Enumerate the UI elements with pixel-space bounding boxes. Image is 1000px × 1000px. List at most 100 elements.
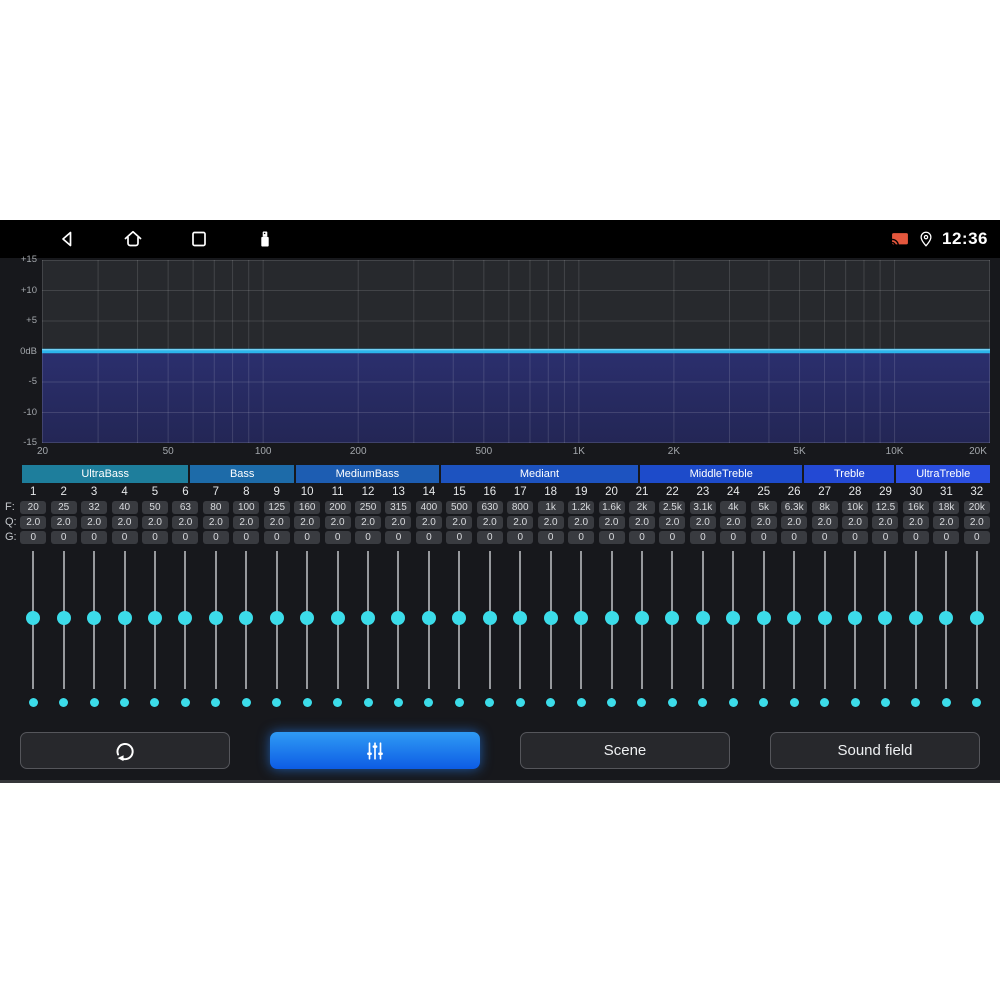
channel-dot[interactable] [211, 698, 221, 707]
channel-dot[interactable] [850, 698, 860, 707]
slider-knob[interactable] [543, 611, 558, 625]
band-segment-treble[interactable]: Treble [804, 465, 895, 483]
slider-knob[interactable] [665, 611, 680, 625]
scene-button[interactable]: Scene [520, 732, 730, 769]
gain-slider[interactable] [231, 551, 261, 689]
slider-knob[interactable] [908, 611, 923, 625]
reset-button[interactable] [20, 732, 230, 769]
gain-slider[interactable] [657, 551, 687, 689]
slider-knob[interactable] [178, 611, 193, 625]
channel-dot[interactable] [302, 698, 312, 707]
slider-knob[interactable] [634, 611, 649, 625]
gain-slider[interactable] [688, 551, 718, 689]
channel-dot[interactable] [546, 698, 556, 707]
slider-knob[interactable] [695, 611, 710, 625]
slider-knob[interactable] [87, 611, 102, 625]
home-icon[interactable] [121, 227, 145, 251]
channel-dot[interactable] [911, 698, 921, 707]
slider-knob[interactable] [848, 611, 863, 625]
slider-knob[interactable] [147, 611, 162, 625]
channel-dot[interactable] [333, 698, 343, 707]
slider-knob[interactable] [117, 611, 132, 625]
band-segment-ultrabass[interactable]: UltraBass [22, 465, 189, 483]
channel-dot[interactable] [972, 698, 982, 707]
gain-slider[interactable] [870, 551, 900, 689]
channel-dot[interactable] [59, 698, 69, 707]
band-segment-bass[interactable]: Bass [190, 465, 295, 483]
gain-slider[interactable] [475, 551, 505, 689]
slider-knob[interactable] [878, 611, 893, 625]
sound-field-button[interactable]: Sound field [770, 732, 980, 769]
gain-slider[interactable] [353, 551, 383, 689]
channel-dot[interactable] [180, 698, 190, 707]
recents-icon[interactable] [187, 227, 211, 251]
gain-slider[interactable] [109, 551, 139, 689]
channel-dot[interactable] [698, 698, 708, 707]
gain-slider[interactable] [779, 551, 809, 689]
slider-knob[interactable] [269, 611, 284, 625]
channel-dot[interactable] [454, 698, 464, 707]
channel-dot[interactable] [515, 698, 525, 707]
channel-dot[interactable] [820, 698, 830, 707]
gain-slider[interactable] [79, 551, 109, 689]
slider-knob[interactable] [482, 611, 497, 625]
equalizer-button[interactable] [270, 732, 480, 769]
slider-knob[interactable] [452, 611, 467, 625]
gain-slider[interactable] [201, 551, 231, 689]
slider-knob[interactable] [756, 611, 771, 625]
slider-knob[interactable] [421, 611, 436, 625]
slider-knob[interactable] [817, 611, 832, 625]
slider-knob[interactable] [26, 611, 41, 625]
gain-slider[interactable] [809, 551, 839, 689]
channel-dot[interactable] [789, 698, 799, 707]
channel-dot[interactable] [120, 698, 130, 707]
slider-knob[interactable] [391, 611, 406, 625]
slider-knob[interactable] [787, 611, 802, 625]
channel-dot[interactable] [272, 698, 282, 707]
gain-slider[interactable] [383, 551, 413, 689]
channel-dot[interactable] [941, 698, 951, 707]
band-segment-mediumbass[interactable]: MediumBass [296, 465, 439, 483]
band-segment-mediant[interactable]: Mediant [440, 465, 639, 483]
gain-slider[interactable] [48, 551, 78, 689]
channel-dot[interactable] [637, 698, 647, 707]
channel-dot[interactable] [728, 698, 738, 707]
channel-dot[interactable] [485, 698, 495, 707]
channel-dot[interactable] [607, 698, 617, 707]
band-segment-middletreble[interactable]: MiddleTreble [640, 465, 803, 483]
gain-slider[interactable] [596, 551, 626, 689]
slider-knob[interactable] [939, 611, 954, 625]
channel-dot[interactable] [576, 698, 586, 707]
channel-dot[interactable] [393, 698, 403, 707]
slider-knob[interactable] [604, 611, 619, 625]
slider-knob[interactable] [300, 611, 315, 625]
channel-dot[interactable] [150, 698, 160, 707]
gain-slider[interactable] [962, 551, 992, 689]
gain-slider[interactable] [535, 551, 565, 689]
usb-icon[interactable] [253, 227, 277, 251]
channel-dot[interactable] [28, 698, 38, 707]
gain-slider[interactable] [414, 551, 444, 689]
gain-slider[interactable] [931, 551, 961, 689]
gain-slider[interactable] [444, 551, 474, 689]
gain-slider[interactable] [322, 551, 352, 689]
slider-knob[interactable] [969, 611, 984, 625]
slider-knob[interactable] [239, 611, 254, 625]
back-icon[interactable] [55, 227, 79, 251]
gain-slider[interactable] [840, 551, 870, 689]
channel-dot[interactable] [880, 698, 890, 707]
gain-slider[interactable] [18, 551, 48, 689]
slider-knob[interactable] [330, 611, 345, 625]
gain-slider[interactable] [718, 551, 748, 689]
slider-knob[interactable] [361, 611, 376, 625]
gain-slider[interactable] [627, 551, 657, 689]
band-segment-ultratreble[interactable]: UltraTreble [896, 465, 991, 483]
gain-slider[interactable] [292, 551, 322, 689]
gain-slider[interactable] [170, 551, 200, 689]
channel-dot[interactable] [759, 698, 769, 707]
channel-dot[interactable] [363, 698, 373, 707]
slider-knob[interactable] [513, 611, 528, 625]
slider-knob[interactable] [726, 611, 741, 625]
channel-dot[interactable] [667, 698, 677, 707]
gain-slider[interactable] [749, 551, 779, 689]
